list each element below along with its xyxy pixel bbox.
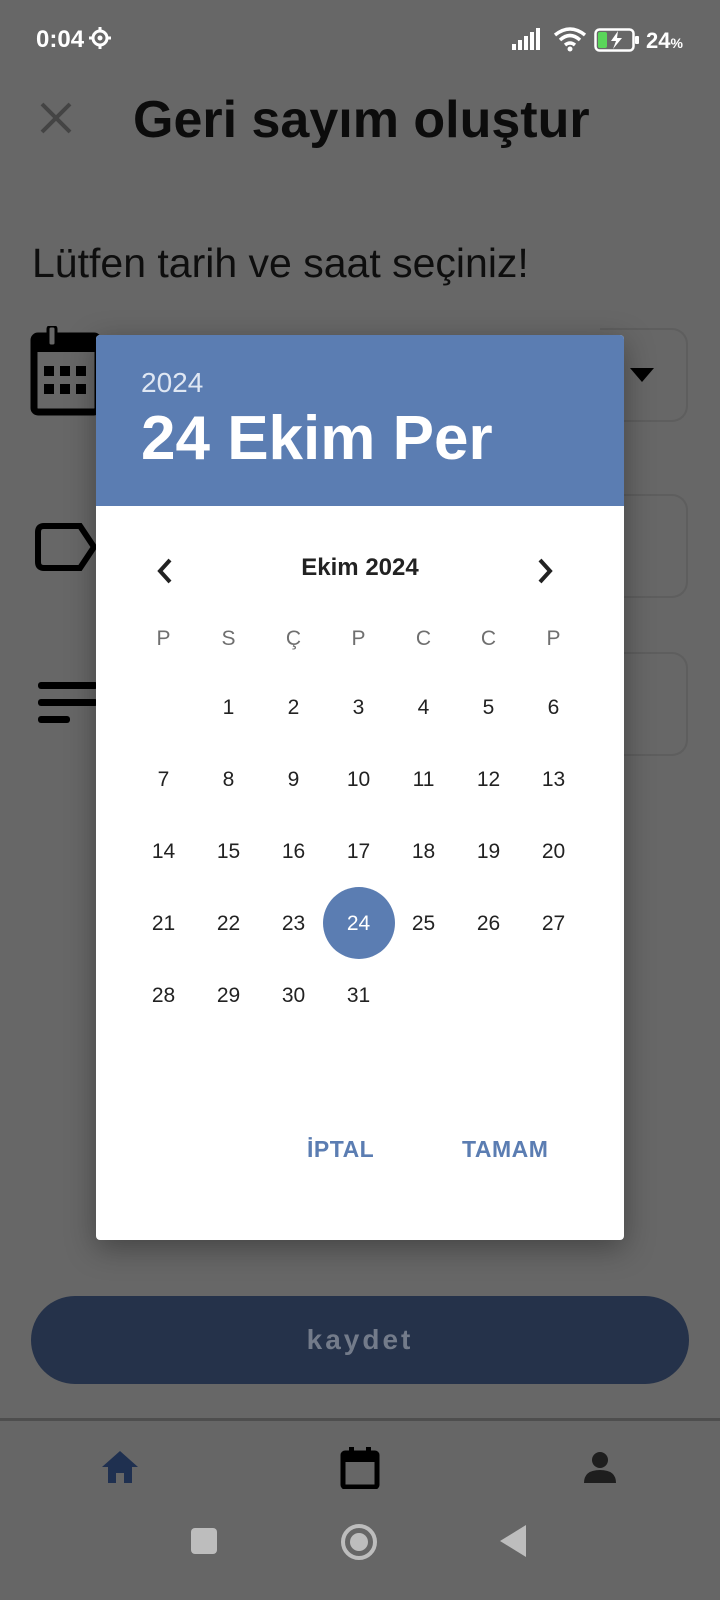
home-icon[interactable] xyxy=(102,1451,138,1483)
status-bar: 0:04 24% xyxy=(0,0,720,80)
calendar-day[interactable]: 29 xyxy=(196,984,261,1008)
header-selected-date: 24 Ekim Per xyxy=(141,404,493,473)
label-icon xyxy=(35,523,98,571)
calendar-day[interactable]: 13 xyxy=(521,768,586,792)
calendar-day[interactable]: 28 xyxy=(131,984,196,1008)
bottom-navigation xyxy=(0,1421,720,1513)
wifi-icon xyxy=(553,27,587,52)
next-month-button[interactable] xyxy=(534,557,556,585)
date-time-prompt: Lütfen tarih ve saat seçiniz! xyxy=(32,240,529,286)
battery-percentage: 24% xyxy=(646,28,683,53)
calendar-day[interactable]: 7 xyxy=(131,768,196,792)
weekday-header: P xyxy=(351,627,366,650)
cancel-button[interactable]: İPTAL xyxy=(307,1136,374,1163)
calendar-day[interactable]: 16 xyxy=(261,840,326,864)
calendar-day[interactable]: 3 xyxy=(326,696,391,720)
calendar-day[interactable]: 26 xyxy=(456,912,521,936)
ok-button[interactable]: TAMAM xyxy=(462,1136,548,1163)
recent-apps-button[interactable] xyxy=(191,1528,217,1554)
home-button[interactable] xyxy=(340,1523,378,1561)
calendar-day[interactable]: 31 xyxy=(326,984,391,1008)
calendar-day[interactable]: 15 xyxy=(196,840,261,864)
status-time: 0:04 xyxy=(36,26,85,53)
calendar-day[interactable]: 25 xyxy=(391,912,456,936)
calendar-day-selected[interactable]: 24 xyxy=(326,912,391,936)
calendar-day[interactable]: 20 xyxy=(521,840,586,864)
calendar-day[interactable]: 10 xyxy=(326,768,391,792)
calendar-day[interactable]: 12 xyxy=(456,768,521,792)
date-picker-dialog: 2024 24 Ekim Per Ekim 2024 PSÇPCCP123456… xyxy=(96,335,624,1240)
calendar-day[interactable]: 1 xyxy=(196,696,261,720)
header-year[interactable]: 2024 xyxy=(141,367,203,399)
save-button[interactable]: kaydet xyxy=(31,1296,689,1384)
date-picker-header: 2024 24 Ekim Per xyxy=(96,335,624,506)
calendar-day[interactable]: 5 xyxy=(456,696,521,720)
dropdown-arrow-icon xyxy=(630,368,654,382)
calendar-icon xyxy=(30,326,102,416)
calendar-day[interactable]: 18 xyxy=(391,840,456,864)
back-button[interactable] xyxy=(500,1525,528,1557)
weekday-header: Ç xyxy=(285,627,302,650)
calendar-day[interactable]: 4 xyxy=(391,696,456,720)
calendar-day[interactable]: 27 xyxy=(521,912,586,936)
calendar-day[interactable]: 8 xyxy=(196,768,261,792)
weekday-header: C xyxy=(415,627,432,650)
calendar-day[interactable]: 17 xyxy=(326,840,391,864)
calendar-day[interactable]: 2 xyxy=(261,696,326,720)
calendar-day[interactable]: 21 xyxy=(131,912,196,936)
signal-icon xyxy=(512,28,540,50)
weekday-header: P xyxy=(546,627,561,650)
calendar-day[interactable]: 19 xyxy=(456,840,521,864)
weekday-header: C xyxy=(480,627,497,650)
battery-charging-icon xyxy=(594,28,639,52)
weekday-header: P xyxy=(156,627,171,650)
system-navigation-bar xyxy=(0,1513,720,1600)
calendar-nav-icon[interactable] xyxy=(340,1447,380,1489)
calendar-day[interactable]: 22 xyxy=(196,912,261,936)
calendar-day[interactable]: 11 xyxy=(391,768,456,792)
weekday-header: S xyxy=(221,627,236,650)
close-icon[interactable] xyxy=(38,100,74,136)
calendar-day[interactable]: 23 xyxy=(261,912,326,936)
settings-gear-icon xyxy=(89,27,111,49)
calendar-day[interactable]: 30 xyxy=(261,984,326,1008)
notes-icon xyxy=(38,682,98,723)
calendar-day[interactable]: 9 xyxy=(261,768,326,792)
page-title: Geri sayım oluştur xyxy=(133,91,590,149)
calendar-day[interactable]: 6 xyxy=(521,696,586,720)
person-icon[interactable] xyxy=(584,1451,616,1483)
calendar-day[interactable]: 14 xyxy=(131,840,196,864)
